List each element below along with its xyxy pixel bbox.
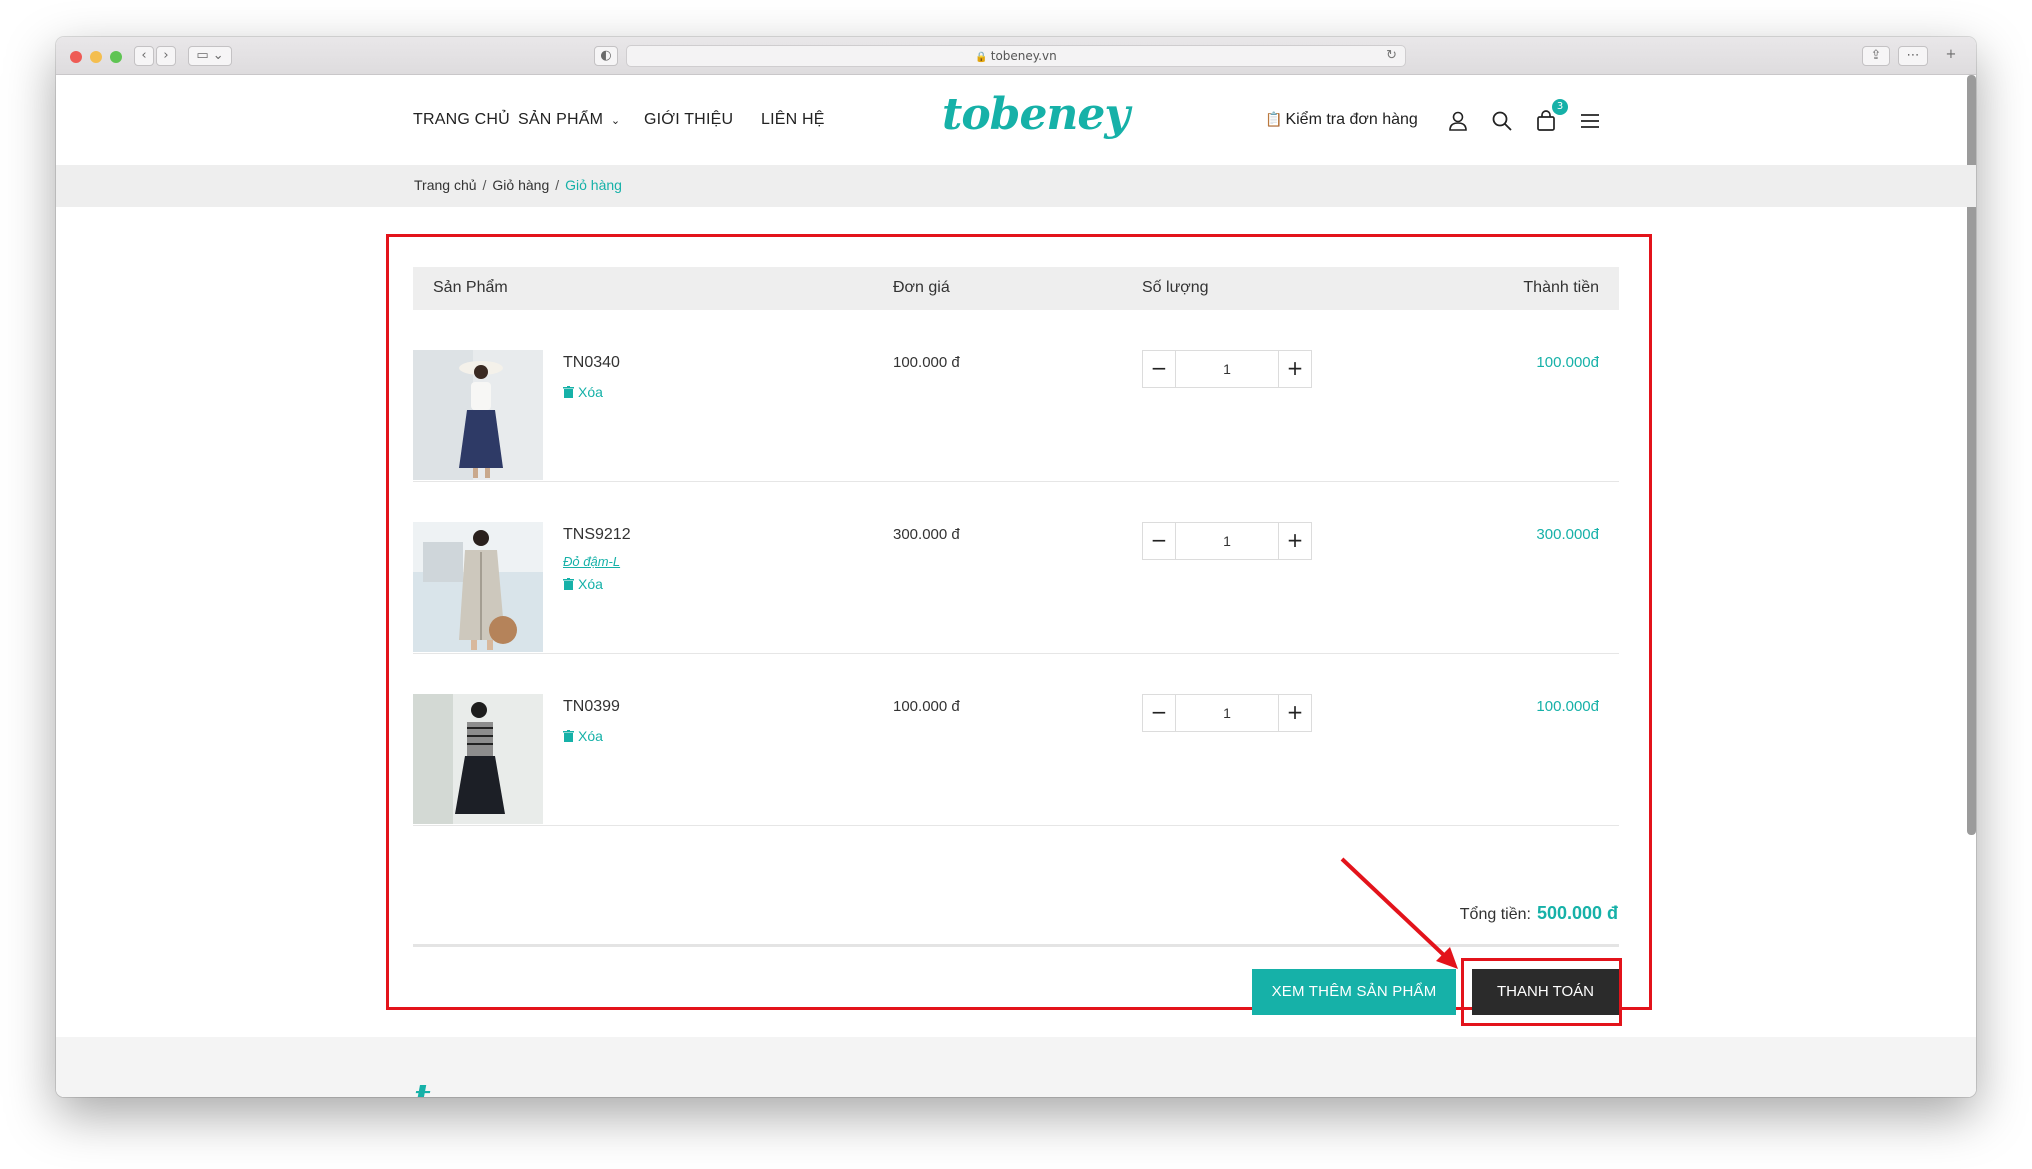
back-icon[interactable]: ‹ [134, 46, 154, 66]
web-page: TRANG CHỦ SẢN PHẨM ⌄ GIỚI THIỆU LIÊN HỆ … [56, 75, 1976, 1097]
user-icon[interactable] [1446, 109, 1470, 133]
forward-icon[interactable]: › [156, 46, 176, 66]
cart-row: TN0340 Xóa 100.000 đ − 1 + 100.000đ [413, 310, 1619, 482]
quantity-stepper: − 1 + [1142, 350, 1312, 388]
product-image[interactable] [413, 694, 543, 824]
reload-icon[interactable]: ↻ [1386, 46, 1397, 66]
product-code[interactable]: TN0340 [563, 354, 620, 372]
col-price-header: Đơn giá [893, 279, 950, 296]
breadcrumb: Trang chủ / Giỏ hàng / Giỏ hàng [56, 165, 1976, 207]
close-window-button[interactable] [70, 51, 82, 63]
quantity-input[interactable]: 1 [1176, 350, 1278, 388]
menu-icon[interactable] [1578, 109, 1602, 133]
line-total: 300.000đ [1536, 526, 1599, 543]
browser-titlebar: ‹ › ▭ ⌄ ◐ 🔒 tobeney.vn ↻ ⇪ ⋯ + [56, 37, 1976, 75]
breadcrumb-separator: / [482, 177, 487, 193]
breadcrumb-separator: / [555, 177, 560, 193]
nav-products[interactable]: SẢN PHẨM ⌄ [518, 111, 620, 129]
nav-home[interactable]: TRANG CHỦ [413, 111, 510, 129]
footer-logo: t [414, 1077, 431, 1097]
quantity-input[interactable]: 1 [1176, 522, 1278, 560]
col-total-header: Thành tiền [1523, 279, 1599, 296]
privacy-shield-icon[interactable]: ◐ [594, 46, 618, 66]
increase-qty-button[interactable]: + [1278, 694, 1312, 732]
decrease-qty-button[interactable]: − [1142, 694, 1176, 732]
product-image[interactable] [413, 522, 543, 652]
unit-price: 100.000 đ [893, 354, 960, 371]
chevron-down-icon: ⌄ [610, 115, 621, 127]
site-footer: t [56, 1037, 1976, 1097]
total-label: Tổng tiền: [1459, 906, 1531, 923]
site-logo[interactable]: tobeney [942, 89, 1130, 140]
breadcrumb-cart[interactable]: Giỏ hàng [492, 177, 549, 193]
trash-icon [563, 730, 574, 742]
trash-icon [563, 386, 574, 398]
line-total: 100.000đ [1536, 698, 1599, 715]
checkout-button[interactable]: THANH TOÁN [1472, 969, 1619, 1015]
product-image[interactable] [413, 350, 543, 480]
quantity-input[interactable]: 1 [1176, 694, 1278, 732]
more-products-button[interactable]: XEM THÊM SẢN PHẨM [1252, 969, 1456, 1015]
sidebar-toggle-icon[interactable]: ▭ ⌄ [188, 46, 232, 66]
delete-item-link[interactable]: Xóa [563, 728, 603, 744]
cart-table-header: Sản Phẩm Đơn giá Số lượng Thành tiền [413, 267, 1619, 310]
line-total: 100.000đ [1536, 354, 1599, 371]
delete-item-link[interactable]: Xóa [563, 384, 603, 400]
nav-products-label: SẢN PHẨM [518, 111, 604, 128]
delete-label: Xóa [578, 576, 603, 592]
annotation-arrow-icon [1340, 857, 1458, 969]
check-order-label: Kiểm tra đơn hàng [1285, 111, 1418, 128]
delete-label: Xóa [578, 728, 603, 744]
decrease-qty-button[interactable]: − [1142, 522, 1176, 560]
trash-icon [563, 578, 574, 590]
unit-price: 100.000 đ [893, 698, 960, 715]
increase-qty-button[interactable]: + [1278, 350, 1312, 388]
col-product-header: Sản Phẩm [433, 279, 508, 296]
delete-label: Xóa [578, 384, 603, 400]
breadcrumb-current: Giỏ hàng [565, 177, 622, 193]
check-order-link[interactable]: 📋 Kiểm tra đơn hàng [1265, 111, 1418, 129]
browser-window: ‹ › ▭ ⌄ ◐ 🔒 tobeney.vn ↻ ⇪ ⋯ + TRANG CHỦ … [56, 37, 1976, 1097]
quantity-stepper: − 1 + [1142, 694, 1312, 732]
site-header: TRANG CHỦ SẢN PHẨM ⌄ GIỚI THIỆU LIÊN HỆ … [56, 75, 1976, 165]
maximize-window-button[interactable] [110, 51, 122, 63]
breadcrumb-home[interactable]: Trang chủ [414, 177, 477, 193]
col-qty-header: Số lượng [1142, 279, 1209, 296]
quantity-stepper: − 1 + [1142, 522, 1312, 560]
delete-item-link[interactable]: Xóa [563, 576, 603, 592]
product-variant[interactable]: Đỏ đậm-L [563, 554, 620, 569]
nav-about[interactable]: GIỚI THIỆU [644, 111, 733, 129]
product-code[interactable]: TN0399 [563, 698, 620, 716]
clipboard-icon: 📋 [1265, 111, 1283, 127]
cart-total: Tổng tiền: 500.000 đ [1460, 903, 1618, 924]
share-icon[interactable]: ⇪ [1862, 46, 1890, 66]
decrease-qty-button[interactable]: − [1142, 350, 1176, 388]
total-value: 500.000 đ [1536, 903, 1618, 923]
cart-row: TN0399 Xóa 100.000 đ − 1 + 100.000đ [413, 654, 1619, 826]
increase-qty-button[interactable]: + [1278, 522, 1312, 560]
lock-icon: 🔒 [975, 52, 988, 63]
minimize-window-button[interactable] [90, 51, 102, 63]
address-url: tobeney.vn [990, 49, 1057, 63]
tab-overview-icon[interactable]: ⋯ [1898, 46, 1928, 66]
product-code[interactable]: TNS9212 [563, 526, 631, 544]
cart-row: TNS9212 Đỏ đậm-L Xóa 300.000 đ − 1 + 300… [413, 482, 1619, 654]
new-tab-icon[interactable]: + [1938, 46, 1964, 66]
unit-price: 300.000 đ [893, 526, 960, 543]
search-icon[interactable] [1490, 109, 1514, 133]
cart-count-badge: 3 [1552, 99, 1568, 115]
address-bar[interactable]: 🔒 tobeney.vn ↻ [626, 45, 1406, 67]
nav-contact[interactable]: LIÊN HỆ [761, 111, 825, 129]
